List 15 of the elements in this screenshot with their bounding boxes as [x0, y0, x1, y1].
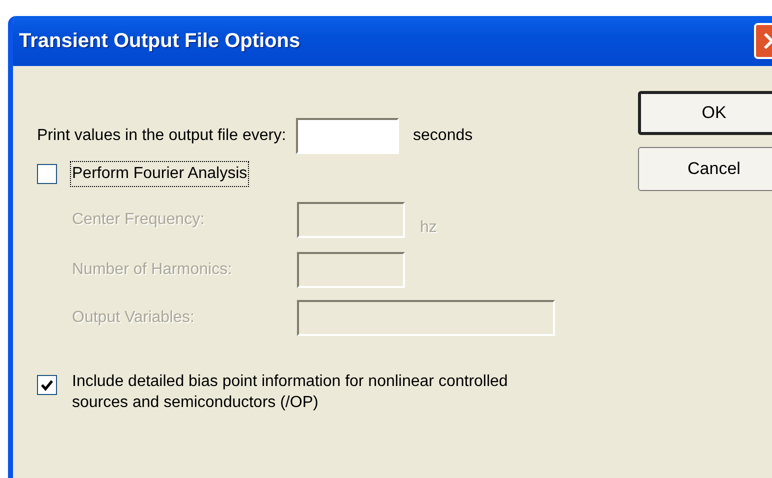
- window-title: Transient Output File Options: [19, 29, 300, 54]
- check-icon: [40, 378, 54, 392]
- field-label: Center Frequency:: [72, 210, 206, 230]
- checkbox[interactable]: [37, 164, 57, 184]
- cancel-button[interactable]: Cancel: [638, 147, 772, 191]
- checkbox[interactable]: [37, 375, 57, 395]
- field-label: Print values in the output file every:: [37, 126, 286, 146]
- unit-label: hz: [420, 218, 437, 238]
- field-label: Output Variables:: [72, 308, 196, 328]
- checkbox-label: Perform Fourier Analysis: [71, 162, 248, 186]
- ok-button[interactable]: OK: [638, 91, 772, 135]
- seconds-field[interactable]: [296, 118, 400, 154]
- unit-label: seconds: [413, 126, 473, 146]
- checkbox-label: Include detailed bias point information for nonlinear controlled sources and semiconductors (/OP): [72, 372, 509, 413]
- field-label: Number of Harmonics:: [72, 260, 234, 280]
